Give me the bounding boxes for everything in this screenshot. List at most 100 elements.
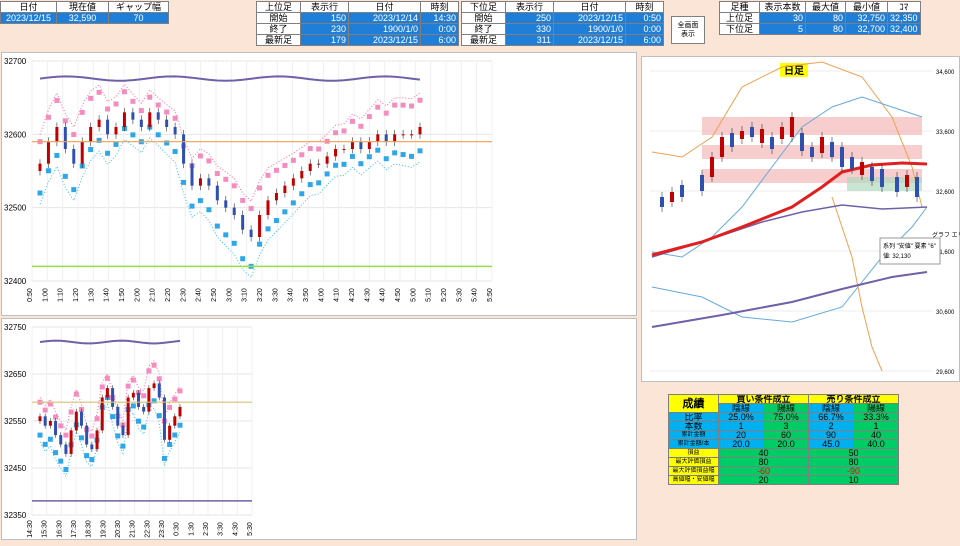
sell-value: -90 [808,466,899,476]
lower-marker [333,162,339,168]
upper-marker [79,109,85,115]
x-tick-label: 3:00 [226,288,233,302]
lower-cell: 1900/1/0 [553,23,626,35]
candle [131,392,135,398]
lower-marker [37,432,43,438]
x-tick-label: 1:50 [119,288,126,302]
candle [359,141,363,149]
lower-marker [409,153,415,159]
lower-marker [375,147,381,153]
x-tick-label: 4:10 [334,288,341,302]
stat-label: 高値幅・安値幅 [668,475,719,485]
upper-marker [316,146,322,152]
x-tick-label: 5:30 [456,288,463,302]
stat-label: 累計金額 [668,430,719,440]
upper-marker [62,118,68,124]
candle [48,421,52,426]
candle [274,193,278,201]
candle [258,215,262,237]
fullscreen-label-1: 全画面 [677,22,699,29]
upper-header-0: 上位足 [256,1,301,13]
upper-marker [104,375,110,381]
upper-marker [94,416,100,422]
candle [55,127,59,142]
lower-marker [282,209,288,215]
x-tick-label: 1:20 [73,288,80,302]
upper-marker [409,103,415,109]
candle [291,178,295,186]
upper-marker [273,167,279,173]
candle [190,163,194,186]
sell-value: 80 [808,457,899,467]
upper-cell: 1900/1/0 [348,23,421,35]
y-tick-label: 32450 [4,464,27,473]
x-tick-label: 3:50 [303,288,310,302]
lower-marker [78,435,84,441]
sub-header: 陽線 [763,403,809,413]
x-tick-label: 2:30 [180,288,187,302]
lower-cell: 終了 [461,23,506,35]
x-tick-label: 0:50 [27,288,34,302]
summary-price-value: 32,590 [56,12,109,24]
candle [38,163,42,171]
upper-cell: 0:00 [420,23,459,35]
x-tick-label: 5:30 [247,522,254,536]
lower-cell: 0:50 [625,12,664,24]
candle [147,388,151,412]
buy-value: 20 [718,475,809,485]
bars-header-1: 表示本数 [759,1,806,13]
support-zone [847,177,922,191]
lower-cell: 開始 [461,12,506,24]
candle [131,112,135,120]
y-tick-label: 32400 [4,277,27,286]
upper-marker [88,95,94,101]
stat-label: 本数 [668,421,719,431]
lower-marker [47,436,53,442]
candle [173,127,177,135]
sell-value: 10 [808,475,899,485]
lower-cell: 0:00 [625,23,664,35]
lower-marker [113,141,119,147]
lower-marker [110,414,116,420]
bars-cell: 32,700 [845,23,888,35]
candle [393,134,397,142]
upper-marker [138,108,144,114]
stat-label: 累計金額/本 [668,439,719,449]
lower-marker [54,152,60,158]
candle [860,162,864,175]
upper-marker [45,114,51,120]
candle [750,127,754,137]
lower-timeframe-table: 下位足 表示行 日付 時刻 開始 250 2023/12/15 0:50 終了 330 1900/1… [461,1,664,46]
upper-cell: 最新足 [256,34,301,46]
upper-marker [73,391,79,397]
x-tick-label: 2:50 [211,288,218,302]
x-tick-label: 4:00 [318,288,325,302]
candle [142,406,146,412]
x-tick-label: 3:10 [242,288,249,302]
candle [700,175,704,191]
candle [720,137,724,157]
upper-cell: 終了 [256,23,301,35]
upper-marker [231,183,237,189]
candle [114,127,118,135]
upper-marker [146,368,152,374]
lower-marker [89,457,95,463]
candle [85,425,89,445]
candle [168,425,172,440]
candle [300,171,304,179]
candle [384,134,388,142]
candle [241,215,245,230]
candle [730,133,734,147]
candle [156,112,160,120]
summary-gap-header: ギャップ幅 [108,1,169,13]
x-tick-label: 4:20 [349,288,356,302]
upper-cell: 2023/12/15 [348,34,421,46]
candle [780,127,784,139]
stat-value: 90 [808,430,854,440]
upper-marker [130,98,136,104]
tooltip-box [879,237,941,265]
stat-value: 45.0 [808,439,854,449]
bars-cell: 80 [805,12,846,24]
candle [840,147,844,167]
fullscreen-button[interactable]: 全画面 表示 [671,16,705,44]
